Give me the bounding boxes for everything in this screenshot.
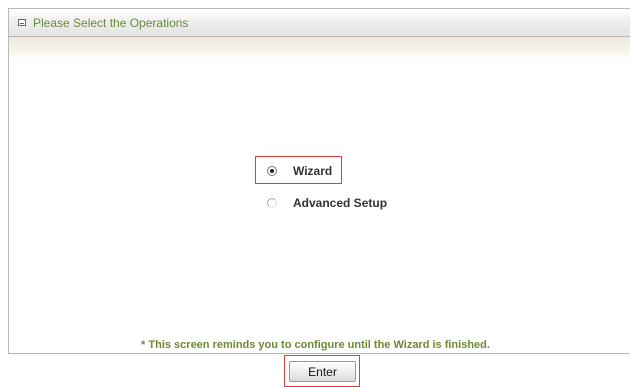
enter-button[interactable]: Enter xyxy=(289,361,356,382)
wizard-radio[interactable] xyxy=(267,166,277,176)
reminder-text: * This screen reminds you to configure u… xyxy=(141,339,490,351)
header-band xyxy=(9,37,630,59)
panel-title: Please Select the Operations xyxy=(33,16,189,30)
footer-divider xyxy=(8,353,630,354)
panel-icon xyxy=(18,19,26,26)
panel-header: Please Select the Operations xyxy=(9,9,630,37)
wizard-label[interactable]: Wizard xyxy=(293,164,332,178)
advanced-setup-label[interactable]: Advanced Setup xyxy=(293,196,387,210)
advanced-setup-radio[interactable] xyxy=(267,198,277,208)
